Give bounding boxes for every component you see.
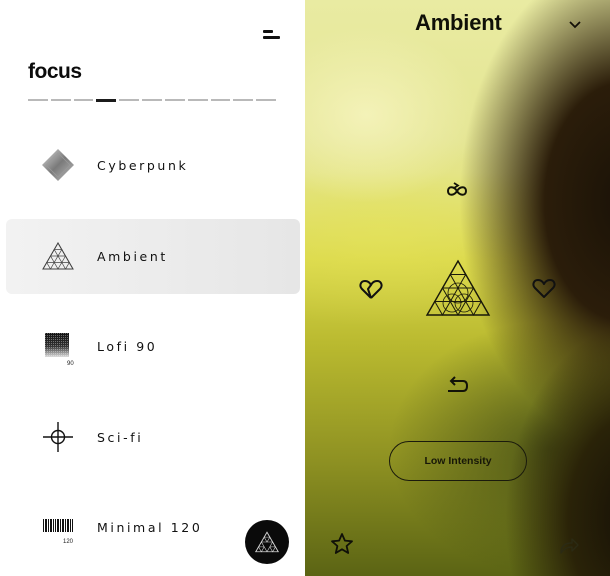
page-indicator-segment[interactable]	[142, 99, 162, 101]
play-pause-button[interactable]	[424, 258, 492, 318]
page-indicator-segment[interactable]	[73, 99, 94, 101]
star-icon[interactable]	[329, 531, 355, 557]
mood-item-label: Lofi 90	[97, 339, 158, 354]
mood-item-ambient[interactable]: Ambient	[6, 218, 300, 294]
menu-icon[interactable]	[258, 26, 284, 44]
crosshair-icon	[39, 418, 77, 456]
now-playing-title: Ambient	[415, 10, 502, 35]
mood-item-badge: 90	[67, 361, 74, 367]
intensity-button[interactable]: Low Intensity	[389, 441, 527, 481]
player-panel: Ambient Low Intensity	[305, 0, 610, 576]
triangle-mesh-icon	[425, 259, 491, 317]
mood-item-label: Cyberpunk	[97, 158, 189, 173]
replay-icon[interactable]	[443, 374, 471, 396]
mood-item-label: Sci-fi	[97, 429, 144, 445]
mood-item-sci-fi[interactable]: Sci-fi	[6, 400, 300, 475]
page-indicator-segment[interactable]	[233, 99, 254, 101]
diamond-icon	[39, 146, 77, 184]
loop-icon[interactable]	[443, 180, 471, 202]
app-logo: focus	[28, 60, 82, 83]
share-icon[interactable]	[557, 536, 581, 556]
chevron-down-icon[interactable]	[567, 18, 583, 30]
noise-square-icon	[39, 327, 77, 365]
page-indicator-segment[interactable]	[28, 99, 48, 101]
mood-item-cyberpunk[interactable]: Cyberpunk	[6, 128, 300, 203]
mood-item-lofi-90[interactable]: 90 Lofi 90	[6, 309, 300, 384]
mood-item-badge: 120	[63, 539, 74, 545]
dislike-icon[interactable]	[357, 276, 385, 302]
page-indicator	[28, 99, 276, 103]
now-playing-button[interactable]	[245, 520, 289, 564]
page-indicator-segment[interactable]	[50, 99, 71, 101]
page-indicator-segment[interactable]	[187, 99, 208, 101]
page-indicator-segment-active[interactable]	[96, 99, 117, 102]
mood-item-label: Minimal 120	[97, 520, 203, 535]
mood-drawer: focus Cyberpunk Ambient 90 Lofi 90 Sci-f…	[0, 0, 305, 576]
intensity-label: Low Intensity	[424, 455, 492, 467]
triangle-mesh-icon	[39, 237, 77, 275]
page-indicator-segment[interactable]	[256, 99, 276, 101]
triangle-mesh-icon	[255, 531, 279, 553]
heart-icon[interactable]	[530, 275, 558, 301]
mood-list: Cyberpunk Ambient 90 Lofi 90 Sci-fi 120 …	[6, 128, 300, 576]
page-indicator-segment[interactable]	[210, 99, 231, 101]
mood-item-label: Ambient	[97, 248, 168, 264]
page-indicator-segment[interactable]	[119, 99, 140, 101]
page-indicator-segment[interactable]	[164, 99, 185, 101]
